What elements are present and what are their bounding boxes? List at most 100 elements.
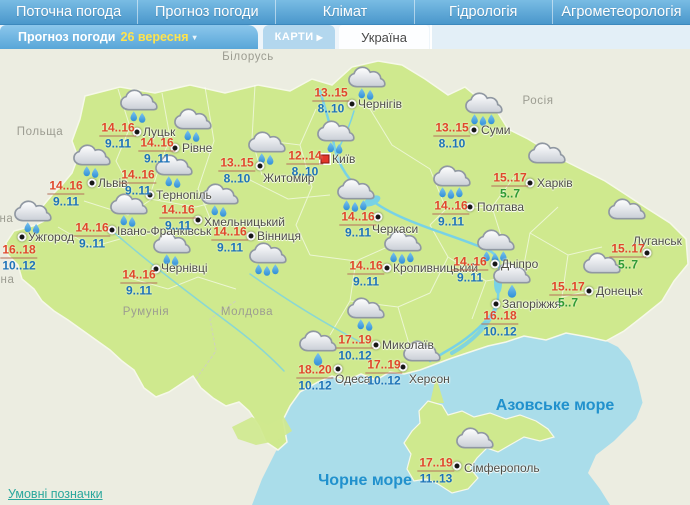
- temp-block: 13..15 8..10: [433, 120, 471, 151]
- day-temperature: 14..16: [138, 135, 176, 152]
- maps-button[interactable]: КАРТИ ▶: [263, 25, 335, 49]
- day-temperature: 14..16: [159, 202, 197, 219]
- temp-block: 14..16 9..11: [73, 220, 111, 251]
- city-marker[interactable]: [255, 161, 265, 171]
- weather-icon-cloud: [456, 427, 494, 449]
- city-label[interactable]: Чернігів: [358, 97, 402, 111]
- weather-icon-rain3: [337, 178, 375, 212]
- night-temperature: 9..11: [352, 274, 380, 289]
- sub-header: Прогноз погоди 26 вересня ▾ КАРТИ ▶ Укра…: [0, 25, 690, 49]
- weather-icon-rain3: [433, 165, 471, 199]
- city-label[interactable]: Дніпро: [501, 257, 538, 271]
- country-label: Росія: [522, 95, 554, 107]
- sub-header-spacer: [430, 25, 690, 49]
- nav-tab-climate[interactable]: Клімат: [275, 0, 413, 24]
- night-temperature: 10..12: [483, 324, 517, 339]
- temp-block: 17..19 11..13: [417, 456, 455, 486]
- sea-label: Азовське море: [495, 397, 615, 414]
- weather-icon-rain2: [174, 108, 212, 142]
- city-marker[interactable]: [491, 299, 501, 309]
- nav-tab-current-weather[interactable]: Поточна погода: [0, 0, 137, 24]
- day-temperature: 16..18: [0, 242, 38, 259]
- weather-icon-rain2: [120, 89, 158, 123]
- chevron-down-icon[interactable]: ▾: [193, 33, 197, 42]
- night-temperature: 9..11: [104, 136, 132, 151]
- day-temperature: 17..19: [365, 357, 403, 374]
- day-temperature: 14..16: [339, 209, 377, 226]
- city-label[interactable]: Миколаїв: [382, 338, 434, 352]
- city-label[interactable]: Київ: [332, 152, 355, 166]
- temp-block: 14..16 9..11: [138, 135, 176, 166]
- temp-block: 18..20 10..12: [296, 363, 334, 393]
- night-temperature: 9..11: [124, 183, 152, 198]
- city-marker[interactable]: [87, 178, 97, 188]
- city-label[interactable]: Донецьк: [596, 284, 643, 298]
- weather-icon-rain3: [249, 242, 287, 276]
- night-temperature: 9..11: [78, 236, 106, 251]
- temp-block: 14..16 9..11: [339, 209, 377, 240]
- temp-block: 14..16 9..11: [120, 267, 158, 298]
- temp-block: 13..15 8..10: [218, 156, 256, 186]
- night-temperature: 10..12: [367, 373, 401, 388]
- temp-block: 14..16 9..11: [451, 254, 489, 285]
- weather-icon-cloud: [528, 142, 566, 164]
- nav-tab-forecast[interactable]: Прогноз погоди: [137, 0, 275, 24]
- temp-block: 14..16 9..11: [211, 225, 249, 255]
- night-temperature: 5..7: [557, 295, 578, 310]
- temp-block: 15..17 5..7: [549, 279, 587, 310]
- top-navigation: Поточна погода Прогноз погоди Клімат Гід…: [0, 0, 690, 25]
- temp-block: 13..15 8..10: [312, 85, 350, 116]
- day-temperature: 14..16: [451, 254, 489, 271]
- arrow-right-icon: ▶: [316, 32, 324, 42]
- day-temperature: 14..16: [120, 267, 158, 284]
- country-label: Білорусь: [222, 51, 274, 63]
- city-label[interactable]: Черкаси: [372, 222, 418, 236]
- city-marker[interactable]: [17, 232, 27, 242]
- country-label: Польща: [16, 126, 64, 138]
- temp-block: 12..14 8..10: [286, 149, 324, 179]
- forecast-date-tab[interactable]: Прогноз погоди 26 вересня ▾: [0, 25, 258, 49]
- night-temperature: 10..12: [2, 258, 36, 273]
- day-temperature: 15..17: [491, 170, 529, 187]
- city-label[interactable]: Полтава: [477, 200, 524, 214]
- city-label[interactable]: Суми: [481, 123, 510, 137]
- city-marker[interactable]: [469, 125, 479, 135]
- night-temperature: 9..11: [143, 151, 171, 166]
- map-overlay: ПольщаБілорусьРосіяРумуніяМолдоваСловачч…: [0, 49, 690, 505]
- night-temperature: 5..7: [617, 257, 638, 272]
- country-label: Румунія: [122, 306, 170, 318]
- country-label: Угорщина: [0, 274, 15, 286]
- night-temperature: 9..11: [456, 270, 484, 285]
- day-temperature: 14..16: [47, 178, 85, 195]
- day-temperature: 17..19: [336, 332, 374, 349]
- city-label[interactable]: Сімферополь: [464, 461, 540, 475]
- night-temperature: 9..11: [216, 240, 244, 255]
- day-temperature: 14..16: [73, 220, 111, 237]
- temp-block: 14..16 9..11: [47, 178, 85, 209]
- night-temperature: 8..10: [223, 171, 251, 186]
- tab-ukraine[interactable]: Україна: [339, 25, 429, 49]
- night-temperature: 9..11: [125, 283, 153, 298]
- forecast-date[interactable]: 26 вересня: [121, 30, 189, 44]
- city-marker[interactable]: [490, 259, 500, 269]
- weather-icon-cloud: [608, 198, 646, 220]
- day-temperature: 16..18: [481, 308, 519, 325]
- nav-tab-hydrology[interactable]: Гідрологія: [413, 0, 552, 24]
- nav-tab-agrometeorology[interactable]: Агрометеорологія: [551, 0, 690, 24]
- city-label[interactable]: Рівне: [182, 141, 212, 155]
- sea-label: Чорне море: [318, 472, 412, 489]
- day-temperature: 15..17: [549, 279, 587, 296]
- city-label[interactable]: Вінниця: [257, 229, 301, 243]
- city-label[interactable]: Харків: [537, 176, 573, 190]
- city-label[interactable]: Херсон: [409, 372, 450, 386]
- temp-block: 14..16 9..11: [119, 168, 157, 198]
- temp-block: 14..16 9..11: [347, 259, 385, 289]
- legend-link[interactable]: Умовні позначки: [8, 487, 103, 501]
- day-temperature: 14..16: [99, 120, 137, 137]
- weather-icon-rain2: [347, 297, 385, 331]
- day-temperature: 13..15: [433, 120, 471, 137]
- city-label[interactable]: Тернопіль: [156, 188, 212, 202]
- day-temperature: 13..15: [312, 85, 350, 102]
- day-temperature: 14..16: [432, 198, 470, 215]
- city-label[interactable]: Чернівці: [161, 261, 208, 275]
